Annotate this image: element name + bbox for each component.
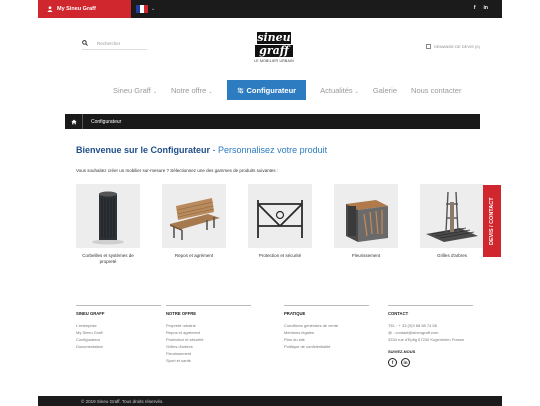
product-card-protection[interactable]: Protection et sécurité — [248, 184, 312, 259]
footer-col-contact: CONTACT TEL : + 33 (0)3 88 58 74 58 @ : … — [388, 305, 473, 367]
nav-item-galerie[interactable]: Galerie — [373, 86, 397, 95]
product-label: Repos et agrément — [174, 253, 214, 258]
page-title-separator: - — [210, 145, 219, 155]
footer-link[interactable]: Sport et santé — [166, 357, 251, 364]
chevron-down-icon: ⌄ — [152, 88, 158, 95]
footer-divider — [284, 305, 369, 306]
nav-item-actualites[interactable]: Actualités ⌄ — [320, 86, 359, 95]
footer-link[interactable]: Mentions légales — [284, 329, 369, 336]
footer-col-pratique: PRATIQUE Conditions générales de vente M… — [284, 305, 369, 350]
breadcrumb-current: Configurateur — [91, 118, 122, 125]
quote-request-link[interactable]: DEMANDE DE DEVIS (0) — [426, 44, 480, 49]
logo-tagline: LE MOBILIER URBAIN — [254, 59, 294, 63]
chevron-down-icon: ⌄ — [354, 88, 359, 95]
social-links-top: f in — [474, 5, 488, 11]
home-icon[interactable] — [65, 114, 83, 129]
breadcrumb: Configurateur — [65, 114, 480, 129]
footer-link[interactable]: Grilles d'arbres — [166, 343, 251, 350]
footer-link[interactable]: Fleurissement — [166, 350, 251, 357]
contact-phone[interactable]: TEL : + 33 (0)3 88 58 74 58 — [388, 322, 473, 329]
document-icon — [426, 44, 431, 49]
product-card-repos[interactable]: Repos et agrément — [162, 184, 226, 259]
logo-line-1: sineu — [257, 31, 291, 44]
contact-email[interactable]: @ : contact@sineugraff.com — [388, 329, 473, 336]
footer-divider — [76, 305, 161, 306]
product-card-fleurissement[interactable]: Fleurissement — [334, 184, 398, 259]
footer-link[interactable]: My Sineu Graff — [76, 329, 161, 336]
copyright-text: © 2019 Sineu Graff. Tous droits réservés… — [81, 398, 164, 404]
product-label: Grilles d'arbres — [436, 253, 468, 258]
user-icon — [47, 6, 53, 12]
product-label: Corbeilles et systèmes de propreté — [82, 253, 134, 264]
footer-link[interactable]: Protection et sécurité — [166, 336, 251, 343]
logo-line-2: graff — [255, 45, 293, 57]
footer-link[interactable]: Repos et agrément — [166, 329, 251, 336]
site-logo[interactable]: sineu graff LE MOBILIER URBAIN — [246, 31, 302, 64]
footer-divider — [388, 305, 473, 306]
bench-image — [162, 184, 226, 248]
footer-social: f in — [388, 358, 473, 367]
planter-image — [334, 184, 398, 248]
product-label: Fleurissement — [351, 253, 381, 258]
chevron-down-icon: ⌄ — [208, 88, 213, 95]
nav-item-configurateur[interactable]: Configurateur — [226, 80, 307, 100]
footer-col-title: NOTRE OFFRE — [166, 311, 197, 316]
my-account-button[interactable]: My Sineu Graff — [38, 0, 131, 18]
product-card-corbeilles[interactable]: Corbeilles et systèmes de propreté — [76, 184, 140, 265]
facebook-icon[interactable]: f — [388, 358, 397, 367]
french-flag-icon[interactable] — [136, 5, 148, 13]
language-caret-icon[interactable]: ⌄ — [151, 6, 155, 12]
page-title-main: Bienvenue sur le Configurateur — [76, 145, 211, 155]
top-bar: My Sineu Graff ⌄ f in — [38, 0, 502, 18]
facebook-icon[interactable]: f — [474, 5, 476, 11]
follow-us-title: SUIVEZ-NOUS — [388, 349, 416, 354]
footer: SINEU GRAFF L'entreprise My Sineu Graff … — [76, 305, 486, 385]
page-title-sub: Personnalisez votre produit — [218, 145, 328, 155]
footer-col-title: CONTACT — [388, 311, 409, 316]
linkedin-icon[interactable]: in — [484, 5, 488, 11]
search-box[interactable]: Rechercher — [82, 38, 147, 50]
footer-col-notre-offre: NOTRE OFFRE Propreté urbaine Repos et ag… — [166, 305, 251, 364]
search-icon[interactable] — [82, 39, 88, 48]
linkedin-icon[interactable]: in — [401, 358, 410, 367]
product-label: Protection et sécurité — [258, 253, 302, 258]
intro-text: Vous souhaitez créer un mobilier sur-mes… — [76, 168, 279, 173]
footer-divider — [166, 305, 251, 306]
footer-link[interactable]: Documentation — [76, 343, 161, 350]
footer-link[interactable]: Plan du site — [284, 336, 369, 343]
page-title: Bienvenue sur le Configurateur - Personn… — [76, 145, 327, 155]
product-card-grilles[interactable]: Grilles d'arbres — [420, 184, 484, 259]
nav-item-sineu-graff[interactable]: Sineu Graff ⌄ — [113, 86, 157, 95]
footer-col-title: SINEU GRAFF — [76, 311, 105, 316]
footer-col-title: PRATIQUE — [284, 311, 306, 316]
bin-image — [76, 184, 140, 248]
product-range-list: Corbeilles et systèmes de propreté Repos… — [76, 184, 486, 270]
quote-contact-tab[interactable]: DEVIS / CONTACT — [483, 185, 501, 257]
footer-link[interactable]: Conditions générales de vente — [284, 322, 369, 329]
quote-request-label: DEMANDE DE DEVIS (0) — [434, 44, 480, 49]
tree-grate-image — [420, 184, 484, 248]
nav-item-nous-contacter[interactable]: Nous contacter — [411, 86, 461, 95]
footer-link[interactable]: Politique de confidentialité — [284, 343, 369, 350]
nav-item-notre-offre[interactable]: Notre offre ⌄ — [171, 86, 213, 95]
search-placeholder: Rechercher — [97, 41, 121, 46]
my-account-label: My Sineu Graff — [57, 6, 96, 12]
footer-link[interactable]: Propreté urbaine — [166, 322, 251, 329]
footer-col-sineu-graff: SINEU GRAFF L'entreprise My Sineu Graff … — [76, 305, 161, 350]
sliders-icon — [237, 87, 243, 93]
main-nav: Sineu Graff ⌄ Notre offre ⌄ Configurateur … — [113, 80, 475, 100]
contact-address: 3334 rue d'Epfig 67230 Kogenheim France — [388, 337, 465, 342]
barrier-image — [248, 184, 312, 248]
copyright-bar: © 2019 Sineu Graff. Tous droits réservés… — [38, 396, 502, 406]
footer-link[interactable]: Configurateur — [76, 336, 161, 343]
footer-link[interactable]: L'entreprise — [76, 322, 161, 329]
